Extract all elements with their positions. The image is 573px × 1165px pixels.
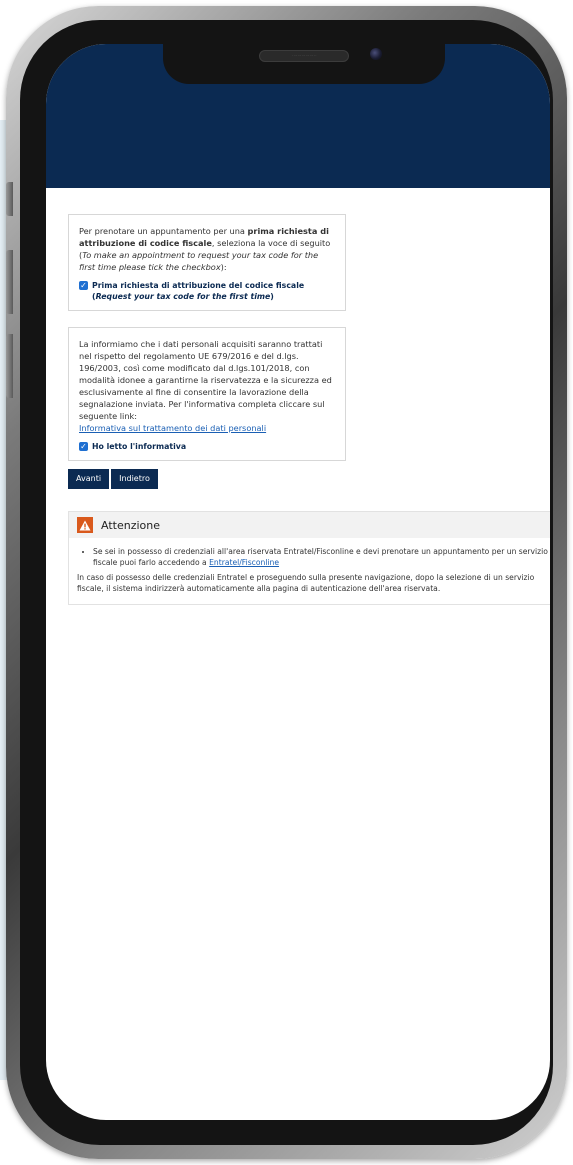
alert-title: Attenzione [101,518,160,532]
speaker-grille: ⋯⋯⋯⋯⋯⋯ [259,50,349,62]
privacy-link[interactable]: Informativa sul trattamento dei dati per… [79,423,266,433]
privacy-checkbox-label[interactable]: Ho letto l'informativa [92,441,186,452]
front-camera [370,48,382,60]
first-request-checkbox-label[interactable]: Prima richiesta di attribuzione del codi… [92,280,335,302]
first-request-intro: Per prenotare un appuntamento per una pr… [79,226,331,272]
privacy-text: La informiamo che i dati personali acqui… [79,339,332,421]
privacy-checkbox-row[interactable]: ✓ Ho letto l'informativa [79,441,335,452]
mute-switch [6,182,13,216]
volume-up-button [6,250,13,314]
privacy-box: La informiamo che i dati personali acqui… [68,327,346,461]
alert-paragraph: In caso di possesso delle credenziali En… [77,573,535,593]
checkbox-checked-icon[interactable]: ✓ [79,442,88,451]
alert-header: Attenzione [69,512,550,538]
alert-bullet: Se sei in possesso di credenziali all'ar… [93,546,550,568]
next-button[interactable]: Avanti [68,469,110,489]
entratel-link[interactable]: Entratel/Fisconline [209,558,279,567]
first-request-checkbox-row[interactable]: ✓ Prima richiesta di attribuzione del co… [79,280,335,302]
checkbox-checked-icon[interactable]: ✓ [79,281,88,290]
phone-notch: ⋯⋯⋯⋯⋯⋯ [163,44,445,84]
attention-alert: Attenzione Se sei in possesso di credenz… [68,511,550,605]
alert-body: Se sei in possesso di credenziali all'ar… [69,538,550,604]
back-button[interactable]: Indietro [111,469,158,489]
volume-down-button [6,334,13,398]
phone-screen: ⋯⋯⋯⋯⋯⋯ Per prenotare un appuntamento per… [46,44,550,1120]
form-buttons: Avanti Indietro [68,469,158,489]
warning-icon [77,517,93,533]
first-request-box: Per prenotare un appuntamento per una pr… [68,214,346,311]
